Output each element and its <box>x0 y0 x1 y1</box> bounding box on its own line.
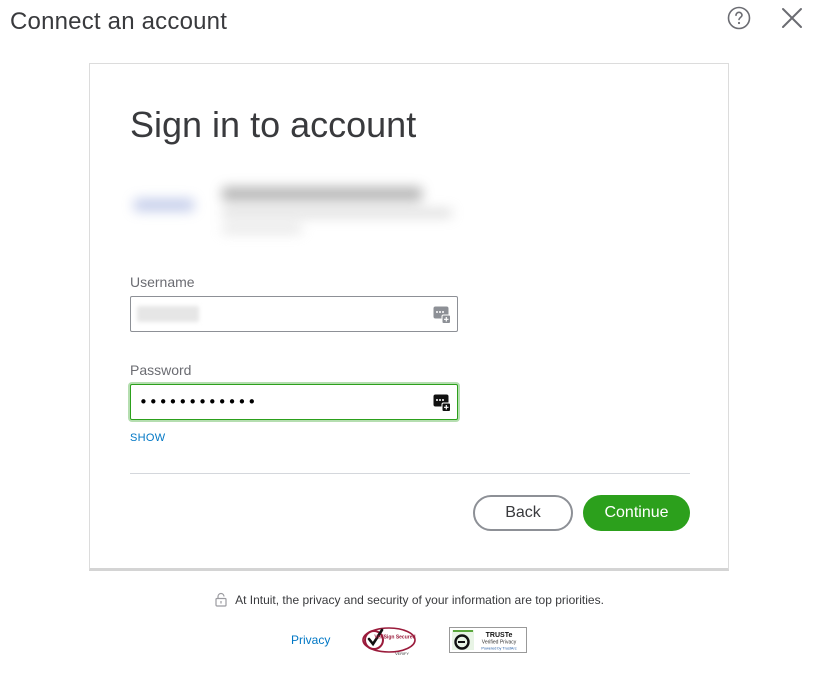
page-title: Connect an account <box>10 8 228 35</box>
password-manager-icon[interactable] <box>433 306 451 324</box>
verisign-secured-badge[interactable]: VeriSign Secured VERIFY <box>361 626 417 656</box>
help-button[interactable] <box>727 6 751 30</box>
continue-button[interactable]: Continue <box>583 495 690 531</box>
sign-in-card: Sign in to account Username Password •••… <box>89 63 729 571</box>
truste-subtitle: Verified Privacy <box>482 640 517 646</box>
verisign-text: VeriSign Secured <box>374 635 415 641</box>
back-button[interactable]: Back <box>473 495 573 531</box>
close-x-icon <box>782 8 802 28</box>
divider <box>130 473 690 474</box>
security-note-text: At Intuit, the privacy and security of y… <box>235 592 604 607</box>
security-note: At Intuit, the privacy and security of y… <box>0 592 819 607</box>
truste-powered: Powered by TrustArc <box>481 647 516 651</box>
truste-badge[interactable]: TRUSTe Verified Privacy Powered by Trust… <box>449 627 527 653</box>
username-label: Username <box>130 274 195 290</box>
username-value-redacted <box>137 306 199 322</box>
institution-info-redacted <box>130 159 470 259</box>
question-circle-icon <box>727 6 751 30</box>
lock-icon <box>215 592 227 607</box>
close-button[interactable] <box>779 5 805 31</box>
privacy-link[interactable]: Privacy <box>291 633 330 647</box>
verisign-verify-text: VERIFY <box>395 652 409 656</box>
password-value: •••••••••••• <box>139 393 258 411</box>
truste-title: TRUSTe <box>486 632 513 639</box>
password-manager-icon[interactable] <box>433 394 451 412</box>
card-title: Sign in to account <box>130 104 417 145</box>
password-label: Password <box>130 362 192 378</box>
password-field[interactable]: •••••••••••• <box>130 384 458 420</box>
username-field[interactable] <box>130 296 458 332</box>
institution-logo <box>134 199 194 211</box>
show-password-link[interactable]: SHOW <box>130 432 165 444</box>
